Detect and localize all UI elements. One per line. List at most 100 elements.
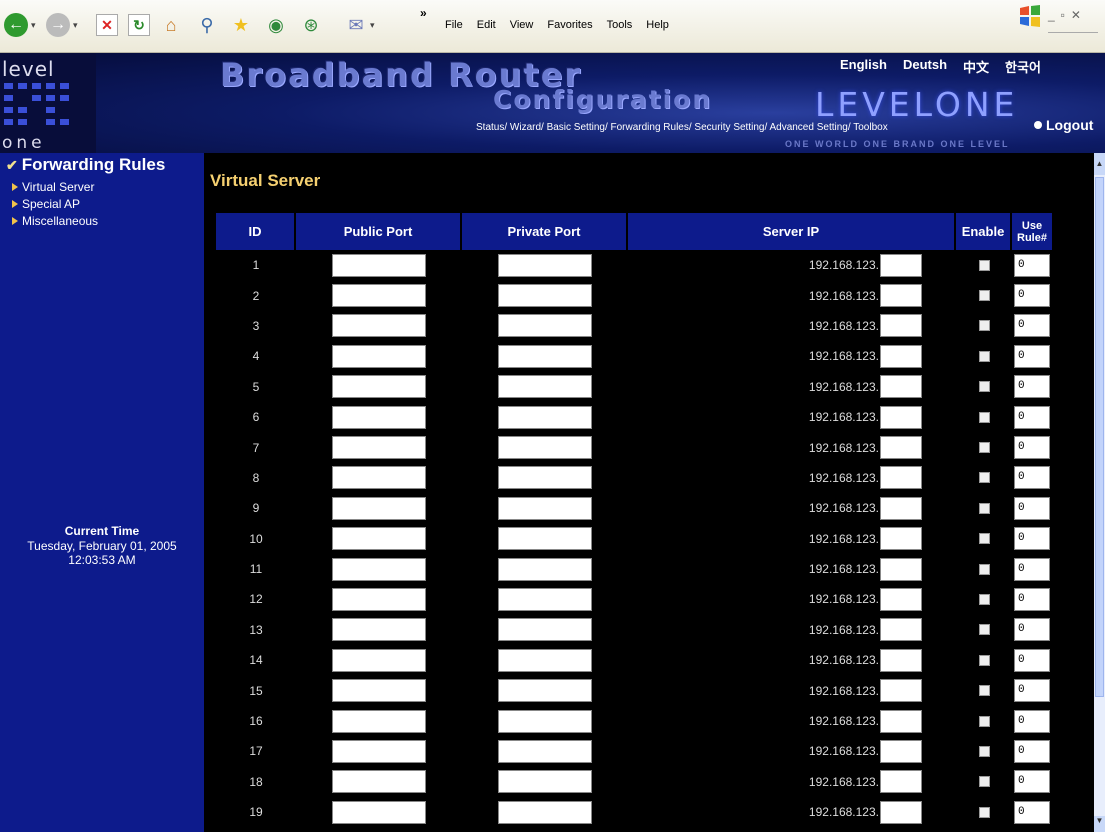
enable-checkbox[interactable] (978, 381, 990, 393)
mail-dropdown-icon[interactable]: ▾ (370, 20, 375, 31)
server-ip-input[interactable] (880, 466, 922, 490)
server-ip-input[interactable] (880, 253, 922, 277)
private-port-input[interactable] (498, 800, 592, 824)
menu-file[interactable]: File (445, 19, 463, 31)
enable-checkbox[interactable] (978, 563, 990, 575)
forward-dropdown-icon[interactable]: ▾ (73, 20, 78, 31)
public-port-input[interactable] (332, 314, 426, 338)
public-port-input[interactable] (332, 466, 426, 490)
public-port-input[interactable] (332, 284, 426, 308)
server-ip-input[interactable] (880, 314, 922, 338)
home-icon[interactable]: ⌂ (157, 11, 185, 39)
server-ip-input[interactable] (880, 496, 922, 520)
private-port-input[interactable] (498, 344, 592, 368)
use-rule-input[interactable]: 0 (1014, 739, 1050, 763)
enable-checkbox[interactable] (978, 685, 990, 697)
use-rule-input[interactable]: 0 (1014, 587, 1050, 611)
private-port-input[interactable] (498, 314, 592, 338)
enable-checkbox[interactable] (978, 290, 990, 302)
enable-checkbox[interactable] (978, 320, 990, 332)
use-rule-input[interactable]: 0 (1014, 770, 1050, 794)
server-ip-input[interactable] (880, 648, 922, 672)
scroll-thumb[interactable] (1095, 177, 1104, 697)
public-port-input[interactable] (332, 648, 426, 672)
private-port-input[interactable] (498, 466, 592, 490)
private-port-input[interactable] (498, 709, 592, 733)
public-port-input[interactable] (332, 587, 426, 611)
enable-checkbox[interactable] (978, 745, 990, 757)
enable-checkbox[interactable] (978, 259, 990, 271)
enable-checkbox[interactable] (978, 593, 990, 605)
public-port-input[interactable] (332, 800, 426, 824)
use-rule-input[interactable]: 0 (1014, 557, 1050, 581)
use-rule-input[interactable]: 0 (1014, 375, 1050, 399)
use-rule-input[interactable]: 0 (1014, 284, 1050, 308)
server-ip-input[interactable] (880, 527, 922, 551)
use-rule-input[interactable]: 0 (1014, 709, 1050, 733)
public-port-input[interactable] (332, 618, 426, 642)
enable-checkbox[interactable] (978, 654, 990, 666)
enable-checkbox[interactable] (978, 776, 990, 788)
server-ip-input[interactable] (880, 770, 922, 794)
sidebar-section-title[interactable]: ✔ Forwarding Rules (6, 155, 165, 175)
public-port-input[interactable] (332, 527, 426, 551)
lang-english[interactable]: English (840, 57, 887, 76)
use-rule-input[interactable]: 0 (1014, 527, 1050, 551)
server-ip-input[interactable] (880, 587, 922, 611)
enable-checkbox[interactable] (978, 502, 990, 514)
menu-favorites[interactable]: Favorites (547, 19, 592, 31)
enable-checkbox[interactable] (978, 533, 990, 545)
scroll-up-icon[interactable]: ▲ (1094, 153, 1105, 175)
stop-icon[interactable]: ✕ (93, 11, 121, 39)
mail-icon[interactable]: ✉ (342, 11, 370, 39)
enable-checkbox[interactable] (978, 715, 990, 727)
use-rule-input[interactable]: 0 (1014, 436, 1050, 460)
use-rule-input[interactable]: 0 (1014, 496, 1050, 520)
menu-view[interactable]: View (510, 19, 534, 31)
use-rule-input[interactable]: 0 (1014, 618, 1050, 642)
private-port-input[interactable] (498, 587, 592, 611)
enable-checkbox[interactable] (978, 350, 990, 362)
main-nav[interactable]: Status/ Wizard/ Basic Setting/ Forwardin… (476, 122, 888, 133)
logout-button[interactable]: Logout (1034, 117, 1093, 133)
server-ip-input[interactable] (880, 344, 922, 368)
forward-icon[interactable]: → (44, 11, 72, 39)
server-ip-input[interactable] (880, 557, 922, 581)
use-rule-input[interactable]: 0 (1014, 800, 1050, 824)
menu-help[interactable]: Help (646, 19, 669, 31)
public-port-input[interactable] (332, 405, 426, 429)
public-port-input[interactable] (332, 557, 426, 581)
public-port-input[interactable] (332, 375, 426, 399)
public-port-input[interactable] (332, 739, 426, 763)
public-port-input[interactable] (332, 253, 426, 277)
enable-checkbox[interactable] (978, 624, 990, 636)
private-port-input[interactable] (498, 436, 592, 460)
window-controls[interactable]: _▫✕ (1048, 8, 1087, 22)
favorites-icon[interactable]: ★ (227, 11, 255, 39)
lang-deutsh[interactable]: Deutsh (903, 57, 947, 76)
private-port-input[interactable] (498, 648, 592, 672)
refresh-icon[interactable]: ↻ (125, 11, 153, 39)
lang-korean[interactable]: 한국어 (1005, 57, 1041, 76)
lang-chinese[interactable]: 中文 (963, 57, 989, 76)
private-port-input[interactable] (498, 375, 592, 399)
enable-checkbox[interactable] (978, 472, 990, 484)
private-port-input[interactable] (498, 284, 592, 308)
menu-tools[interactable]: Tools (607, 19, 633, 31)
enable-checkbox[interactable] (978, 806, 990, 818)
private-port-input[interactable] (498, 679, 592, 703)
server-ip-input[interactable] (880, 405, 922, 429)
server-ip-input[interactable] (880, 436, 922, 460)
use-rule-input[interactable]: 0 (1014, 466, 1050, 490)
use-rule-input[interactable]: 0 (1014, 679, 1050, 703)
private-port-input[interactable] (498, 253, 592, 277)
private-port-input[interactable] (498, 496, 592, 520)
menu-edit[interactable]: Edit (477, 19, 496, 31)
public-port-input[interactable] (332, 679, 426, 703)
private-port-input[interactable] (498, 770, 592, 794)
enable-checkbox[interactable] (978, 442, 990, 454)
server-ip-input[interactable] (880, 375, 922, 399)
back-dropdown-icon[interactable]: ▾ (31, 20, 36, 31)
history-icon[interactable]: ⊛ (297, 11, 325, 39)
private-port-input[interactable] (498, 557, 592, 581)
